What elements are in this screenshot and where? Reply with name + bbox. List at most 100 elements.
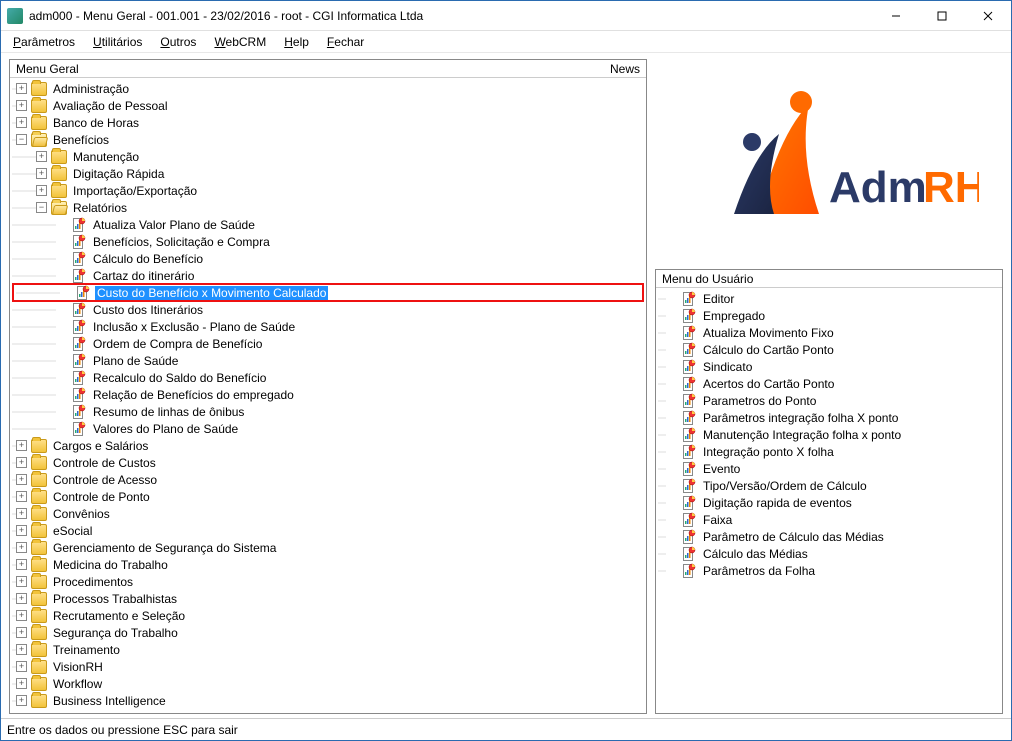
expand-icon[interactable]: + [16, 457, 27, 468]
expand-icon[interactable]: + [16, 117, 27, 128]
news-link[interactable]: News [610, 62, 640, 76]
tree-item[interactable]: Plano de Saúde [12, 352, 644, 369]
expand-icon[interactable]: + [16, 83, 27, 94]
tree-item[interactable]: Custo do Benefício x Movimento Calculado [12, 283, 644, 302]
menu-utilitarios[interactable]: Utilitários [85, 33, 150, 51]
report-icon [681, 393, 697, 409]
tree-item[interactable]: −Relatórios [12, 199, 644, 216]
expand-icon[interactable]: + [16, 559, 27, 570]
tree-item-label: Gerenciamento de Segurança do Sistema [51, 541, 278, 555]
expand-icon[interactable]: + [16, 576, 27, 587]
expand-icon[interactable]: + [16, 610, 27, 621]
tree-item[interactable]: +Importação/Exportação [12, 182, 644, 199]
tree-item[interactable]: +Processos Trabalhistas [12, 590, 644, 607]
expand-icon[interactable]: + [36, 168, 47, 179]
menu-usuario-tree[interactable]: EditorEmpregadoAtualiza Movimento FixoCá… [656, 288, 1002, 713]
collapse-icon[interactable]: − [36, 202, 47, 213]
close-button[interactable] [965, 1, 1011, 30]
tree-item[interactable]: +Segurança do Trabalho [12, 624, 644, 641]
expand-icon[interactable]: + [16, 627, 27, 638]
tree-item[interactable]: Cálculo do Benefício [12, 250, 644, 267]
tree-item[interactable]: + Gerenciamento de Segurança do Sistema [12, 539, 644, 556]
tree-item[interactable]: Digitação rapida de eventos [658, 494, 1000, 511]
collapse-icon[interactable]: − [16, 134, 27, 145]
expand-icon[interactable]: + [16, 474, 27, 485]
tree-item[interactable]: +Convênios [12, 505, 644, 522]
menu-help[interactable]: Help [276, 33, 317, 51]
tree-item[interactable]: +Medicina do Trabalho [12, 556, 644, 573]
tree-item[interactable]: +Avaliação de Pessoal [12, 97, 644, 114]
tree-item[interactable]: Valores do Plano de Saúde [12, 420, 644, 437]
menu-outros[interactable]: Outros [152, 33, 204, 51]
tree-item[interactable]: +Controle de Custos [12, 454, 644, 471]
tree-item[interactable]: Evento [658, 460, 1000, 477]
expand-icon[interactable]: + [16, 678, 27, 689]
expand-icon[interactable]: + [16, 695, 27, 706]
tree-item[interactable]: Cálculo do Cartão Ponto [658, 341, 1000, 358]
app-icon [7, 8, 23, 24]
tree-item[interactable]: Parâmetros da Folha [658, 562, 1000, 579]
tree-item[interactable]: +Workflow [12, 675, 644, 692]
tree-item[interactable]: +Digitação Rápida [12, 165, 644, 182]
tree-item[interactable]: +Banco de Horas [12, 114, 644, 131]
tree-item[interactable]: Atualiza Valor Plano de Saúde [12, 216, 644, 233]
tree-item-label: Treinamento [51, 643, 122, 657]
tree-item[interactable]: +Controle de Ponto [12, 488, 644, 505]
tree-item[interactable]: Parametros do Ponto [658, 392, 1000, 409]
tree-item[interactable]: Ordem de Compra de Benefício [12, 335, 644, 352]
menu-parametros[interactable]: Parâmetros [5, 33, 83, 51]
tree-item[interactable]: Relação de Benefícios do empregado [12, 386, 644, 403]
expand-icon[interactable]: + [16, 661, 27, 672]
tree-item[interactable]: +Procedimentos [12, 573, 644, 590]
tree-item[interactable]: +Recrutamento e Seleção [12, 607, 644, 624]
tree-item[interactable]: Benefícios, Solicitação e Compra [12, 233, 644, 250]
tree-item[interactable]: Cartaz do itinerário [12, 267, 644, 284]
tree-item[interactable]: +eSocial [12, 522, 644, 539]
expand-icon[interactable]: + [16, 542, 27, 553]
menu-webcrm[interactable]: WebCRM [206, 33, 274, 51]
tree-item[interactable]: Recalculo do Saldo do Benefício [12, 369, 644, 386]
tree-item[interactable]: Parâmetro de Cálculo das Médias [658, 528, 1000, 545]
menu-geral-tree[interactable]: +Administração+Avaliação de Pessoal+Banc… [10, 78, 646, 713]
expand-icon[interactable]: + [16, 100, 27, 111]
tree-item[interactable]: Custo dos Itinerários [12, 301, 644, 318]
tree-item[interactable]: +Manutenção [12, 148, 644, 165]
tree-item[interactable]: Acertos do Cartão Ponto [658, 375, 1000, 392]
tree-item[interactable]: Inclusão x Exclusão - Plano de Saúde [12, 318, 644, 335]
tree-item[interactable]: +Business Intelligence [12, 692, 644, 709]
tree-item[interactable]: −Benefícios [12, 131, 644, 148]
tree-item[interactable]: Tipo/Versão/Ordem de Cálculo [658, 477, 1000, 494]
tree-item[interactable]: +Controle de Acesso [12, 471, 644, 488]
tree-item[interactable]: Integração ponto X folha [658, 443, 1000, 460]
tree-item[interactable]: Atualiza Movimento Fixo [658, 324, 1000, 341]
tree-item[interactable]: Editor [658, 290, 1000, 307]
tree-item[interactable]: Empregado [658, 307, 1000, 324]
expand-icon[interactable]: + [16, 440, 27, 451]
tree-item[interactable]: Resumo de linhas de ônibus [12, 403, 644, 420]
tree-item[interactable]: Parâmetros integração folha X ponto [658, 409, 1000, 426]
menu-geral-header: Menu Geral News [10, 60, 646, 78]
tree-item[interactable]: +VisionRH [12, 658, 644, 675]
tree-item[interactable]: Sindicato [658, 358, 1000, 375]
tree-item[interactable]: + Treinamento [12, 641, 644, 658]
expand-icon[interactable]: + [16, 525, 27, 536]
expand-icon[interactable]: + [16, 593, 27, 604]
expand-icon[interactable]: + [36, 185, 47, 196]
tree-item[interactable]: +Administração [12, 80, 644, 97]
tree-leaf-spacer [56, 372, 67, 383]
minimize-button[interactable] [873, 1, 919, 30]
tree-item[interactable]: Cálculo das Médias [658, 545, 1000, 562]
report-icon [681, 325, 697, 341]
tree-item[interactable]: +Cargos e Salários [12, 437, 644, 454]
tree-item[interactable]: Manutenção Integração folha x ponto [658, 426, 1000, 443]
tree-item-label: Editor [701, 292, 736, 306]
tree-item[interactable]: Faixa [658, 511, 1000, 528]
menu-fechar[interactable]: Fechar [319, 33, 372, 51]
expand-icon[interactable]: + [16, 508, 27, 519]
expand-icon[interactable]: + [16, 644, 27, 655]
folder-icon [31, 541, 47, 555]
expand-icon[interactable]: + [36, 151, 47, 162]
tree-item-label: Evento [701, 462, 742, 476]
maximize-button[interactable] [919, 1, 965, 30]
expand-icon[interactable]: + [16, 491, 27, 502]
